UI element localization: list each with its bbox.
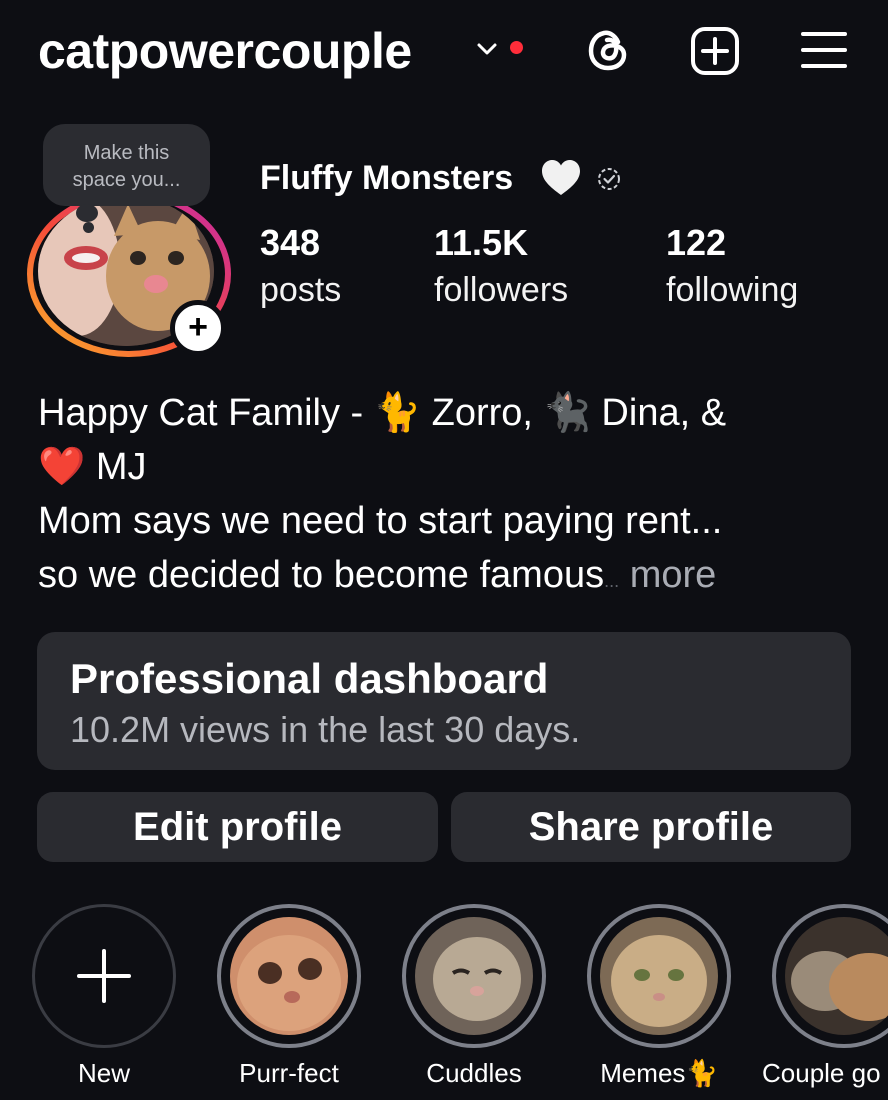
highlight-label-text: Memes: [600, 1058, 686, 1088]
menu-icon[interactable]: [800, 28, 848, 72]
bio-line-4: so we decided to become famous... more: [38, 548, 858, 608]
new-highlight-button[interactable]: [32, 904, 176, 1048]
display-name: Fluffy Monsters: [260, 159, 514, 197]
bio-more-link[interactable]: more: [630, 554, 717, 596]
note-line-1: Make this: [83, 142, 170, 164]
posts-count[interactable]: 348: [260, 222, 320, 264]
bio-line-1: Happy Cat Family - 🐈 Zorro, 🐈‍⬛ Dina, &: [38, 386, 858, 440]
note-bubble-tail: [76, 204, 98, 222]
plus-icon: [77, 949, 131, 1003]
followers-label[interactable]: followers: [434, 270, 568, 310]
following-label[interactable]: following: [666, 270, 798, 310]
bio-ellipsis: ...: [604, 571, 620, 591]
chevron-down-icon[interactable]: [474, 36, 500, 62]
white-heart-icon: [542, 160, 580, 195]
highlight-cover: [600, 917, 718, 1035]
highlight-cuddles[interactable]: [402, 904, 546, 1048]
black-cat-emoji: 🐈‍⬛: [543, 392, 591, 434]
highlight-label-cuddles[interactable]: Cuddles: [379, 1056, 569, 1090]
threads-icon[interactable]: [584, 26, 632, 74]
following-count[interactable]: 122: [666, 222, 726, 264]
notification-dot: [510, 41, 523, 54]
edit-profile-button[interactable]: Edit profile: [37, 792, 438, 862]
username-switcher[interactable]: catpowercouple: [38, 22, 412, 80]
note-line-2: space you...: [72, 169, 181, 191]
highlight-cover: [230, 917, 348, 1035]
note-bubble-tail-small: [83, 222, 94, 233]
highlight-cover: [415, 917, 533, 1035]
bio-text: Happy Cat Family -: [38, 392, 374, 434]
highlight-memes[interactable]: [587, 904, 731, 1048]
followers-count[interactable]: 11.5K: [434, 222, 528, 264]
bio-text: so we decided to become famous: [38, 554, 605, 596]
dashboard-subtitle[interactable]: 10.2M views in the last 30 days.: [70, 708, 580, 752]
bio-line-3: Mom says we need to start paying rent...: [38, 500, 723, 542]
highlight-purr-fect[interactable]: [217, 904, 361, 1048]
highlight-label-couple-goals[interactable]: Couple go: [762, 1056, 888, 1090]
cat-emoji: 🐈: [685, 1058, 718, 1088]
red-heart-emoji: ❤️: [38, 446, 86, 488]
new-post-icon[interactable]: [690, 26, 740, 76]
add-story-button[interactable]: +: [170, 300, 226, 356]
posts-label[interactable]: posts: [260, 270, 341, 310]
highlight-label-new[interactable]: New: [9, 1056, 199, 1090]
share-profile-button[interactable]: Share profile: [451, 792, 851, 862]
bio-text: MJ: [85, 446, 147, 488]
dashboard-title[interactable]: Professional dashboard: [70, 654, 548, 704]
highlight-label-purr-fect[interactable]: Purr-fect: [194, 1056, 384, 1090]
highlight-couple-goals[interactable]: [772, 904, 888, 1048]
bio-line-2: ❤️ MJ: [38, 440, 858, 494]
bio-text: Zorro,: [421, 392, 544, 434]
note-bubble[interactable]: Make this space you...: [43, 124, 210, 206]
highlight-cover: [785, 917, 888, 1035]
verified-badge-icon: [598, 168, 620, 190]
cat-emoji: 🐈: [373, 392, 422, 434]
highlight-label-memes[interactable]: Memes🐈: [564, 1056, 754, 1090]
bio-text: Dina, &: [590, 392, 727, 434]
